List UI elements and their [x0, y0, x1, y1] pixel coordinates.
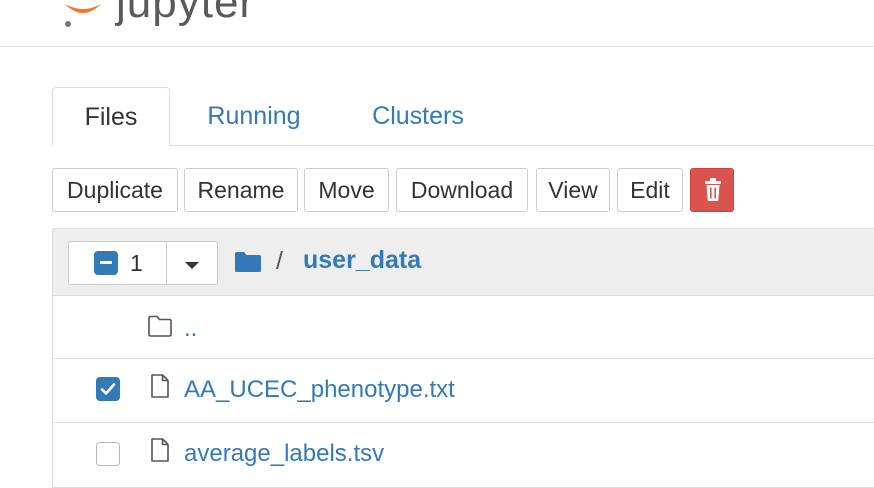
tab-files[interactable]: Files: [52, 87, 170, 146]
header-bar: jupyter: [0, 0, 874, 47]
app-name[interactable]: jupyter: [116, 0, 255, 28]
folder-icon[interactable]: [234, 251, 262, 273]
file-icon: [151, 438, 169, 462]
tab-clusters[interactable]: Clusters: [350, 87, 486, 146]
edit-button[interactable]: Edit: [617, 168, 683, 212]
row-checkbox[interactable]: [96, 377, 120, 401]
download-button[interactable]: Download: [396, 168, 528, 212]
folder-outline-icon: [148, 315, 172, 337]
caret-down-icon: [185, 262, 199, 269]
selected-count: 1: [130, 250, 143, 276]
trash-icon: [705, 178, 721, 201]
file-link[interactable]: AA_UCEC_phenotype.txt: [184, 375, 455, 405]
jupyter-logo-icon[interactable]: [58, 0, 108, 30]
select-all-checkbox[interactable]: [94, 251, 118, 275]
file-link[interactable]: average_labels.tsv: [184, 439, 384, 469]
list-item: [53, 359, 874, 422]
row-checkbox[interactable]: [96, 442, 120, 466]
parent-folder-link[interactable]: ..: [184, 314, 197, 344]
rename-button[interactable]: Rename: [184, 168, 298, 212]
breadcrumb-current-folder[interactable]: user_data: [303, 245, 421, 275]
move-button[interactable]: Move: [304, 168, 389, 212]
duplicate-button[interactable]: Duplicate: [52, 168, 178, 212]
tab-running[interactable]: Running: [190, 87, 318, 146]
checkmark-icon: [100, 383, 116, 395]
delete-button[interactable]: [690, 168, 734, 212]
list-item: [53, 423, 874, 476]
file-icon: [151, 374, 169, 398]
list-item: [53, 297, 874, 358]
view-button[interactable]: View: [536, 168, 610, 212]
breadcrumb-separator: /: [276, 247, 283, 275]
